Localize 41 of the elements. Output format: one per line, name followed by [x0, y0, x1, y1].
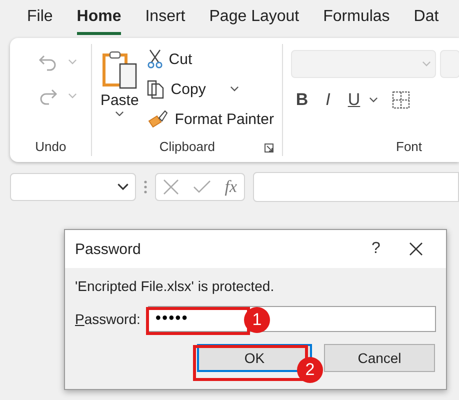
ribbon-tab[interactable]: File [27, 8, 53, 35]
group-label: Clipboard [159, 139, 216, 156]
group-label: Font [395, 139, 424, 156]
grip-icon [144, 180, 147, 194]
name-box[interactable] [10, 173, 136, 201]
dialog-title: Password [75, 240, 142, 258]
scissors-icon [146, 49, 163, 69]
ribbon-tab[interactable]: Insert [145, 8, 186, 35]
close-icon [409, 242, 423, 256]
help-button[interactable]: ? [356, 234, 396, 264]
borders-icon[interactable] [392, 91, 410, 109]
format-painter-button[interactable]: Format Painter [146, 106, 274, 132]
caret-icon [68, 93, 77, 99]
ribbon-tab[interactable]: Dat [414, 8, 439, 35]
bold-button[interactable]: B [291, 90, 313, 110]
caret-icon [117, 183, 129, 191]
password-label: Password: [75, 311, 140, 327]
group-label: Undo [34, 139, 68, 156]
cancel-icon[interactable] [162, 179, 179, 195]
cut-button[interactable]: Cut [146, 46, 274, 72]
caret-icon [422, 61, 431, 67]
formula-input[interactable] [253, 172, 459, 202]
copy-button[interactable]: Copy [146, 76, 274, 102]
ribbon-tab[interactable]: Formulas [323, 8, 390, 35]
ribbon-tab[interactable]: Page Layout [209, 8, 300, 35]
caret-icon [369, 97, 378, 103]
clipboard-icon [102, 50, 138, 90]
dialog-launcher-icon[interactable] [264, 142, 274, 152]
paintbrush-icon [146, 109, 169, 129]
dialog-button[interactable]: Cancel [324, 344, 435, 372]
protection-message: 'Encripted File.xlsx' is protected. [75, 278, 276, 294]
italic-button[interactable]: I [317, 90, 339, 110]
caret-icon [68, 59, 77, 65]
underline-button[interactable]: U [343, 90, 365, 110]
insert-function-button[interactable]: fx [224, 177, 238, 197]
ribbon-tab[interactable]: Home [76, 8, 122, 35]
checkmark-icon[interactable] [192, 180, 211, 194]
caret-icon [230, 86, 239, 92]
paste-button[interactable]: Paste [100, 44, 139, 139]
copy-icon [146, 79, 165, 99]
caret-icon [115, 111, 124, 116]
